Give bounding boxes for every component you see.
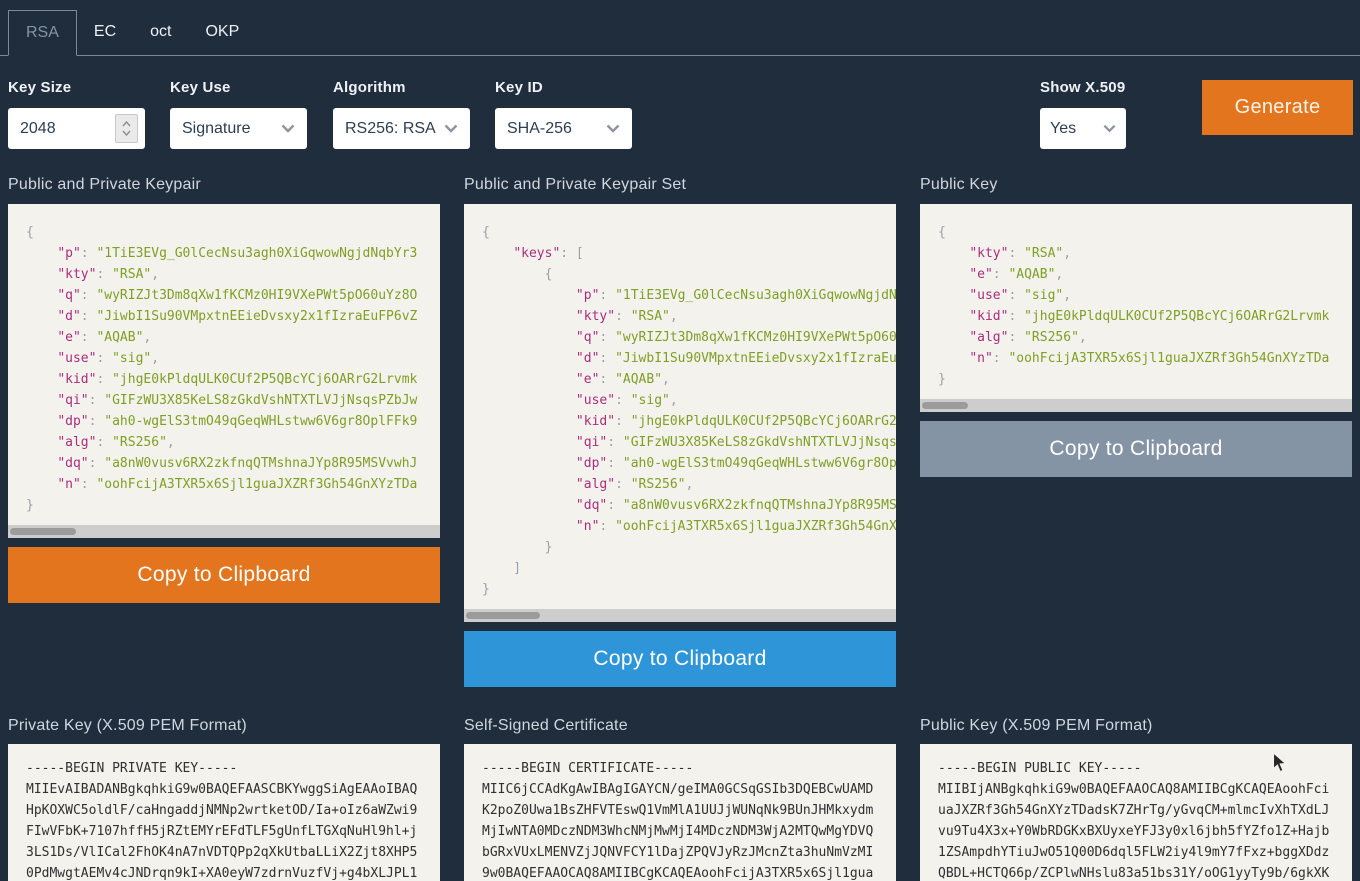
algorithm-label: Algorithm (333, 80, 470, 95)
keypair-title: Public and Private Keypair (8, 176, 201, 194)
key-size-label: Key Size (8, 80, 145, 95)
private-pem-title: Private Key (X.509 PEM Format) (8, 717, 247, 735)
copy-public-key-button[interactable]: Copy to Clipboard (920, 421, 1352, 477)
public-key-title: Public Key (920, 176, 998, 194)
key-id-select[interactable]: SHA-256 (495, 108, 632, 149)
cert-title: Self-Signed Certificate (464, 717, 628, 735)
keypair-set-json: { "keys": [ { "p": "1TiE3EVg_G0lCecNsu3a… (482, 222, 896, 600)
chevron-down-icon (1103, 124, 1116, 133)
public-key-codebox[interactable]: { "kty": "RSA", "e": "AQAB", "use": "sig… (920, 204, 1352, 412)
show-x509-value: Yes (1050, 120, 1076, 138)
tab-rsa[interactable]: RSA (8, 10, 77, 56)
chevron-down-icon (444, 124, 458, 133)
key-id-label: Key ID (495, 80, 632, 95)
show-x509-select[interactable]: Yes (1040, 108, 1126, 149)
public-pem-codebox[interactable]: -----BEGIN PUBLIC KEY-----MIIBIjANBgkqhk… (920, 744, 1352, 881)
cert-codebox[interactable]: -----BEGIN CERTIFICATE-----MIIC6jCCAdKgA… (464, 744, 896, 881)
scrollbar-thumb[interactable] (922, 402, 968, 409)
keypair-codebox[interactable]: { "p": "1TiE3EVg_G0lCecNsu3agh0XiGqwowNg… (8, 204, 440, 538)
copy-keypair-button[interactable]: Copy to Clipboard (8, 547, 440, 603)
scrollbar-thumb[interactable] (10, 528, 76, 535)
key-use-field: Key Use Signature (170, 80, 307, 149)
chevron-down-icon (606, 124, 620, 133)
chevron-down-icon (281, 124, 295, 133)
show-x509-label: Show X.509 (1040, 80, 1126, 95)
key-type-tabbar: RSA EC oct OKP (0, 10, 1360, 56)
public-key-hscrollbar[interactable] (920, 399, 1352, 412)
key-size-value: 2048 (20, 120, 56, 138)
key-use-label: Key Use (170, 80, 307, 95)
scrollbar-thumb[interactable] (466, 612, 540, 619)
algorithm-select[interactable]: RS256: RSA (333, 108, 470, 149)
key-size-spinner[interactable] (115, 114, 138, 143)
show-x509-field: Show X.509 Yes (1040, 80, 1126, 149)
algorithm-value: RS256: RSA (345, 120, 436, 138)
key-use-value: Signature (182, 120, 251, 138)
keypair-json: { "p": "1TiE3EVg_G0lCecNsu3agh0XiGqwowNg… (26, 222, 440, 516)
public-key-json: { "kty": "RSA", "e": "AQAB", "use": "sig… (938, 222, 1352, 390)
keypair-set-codebox[interactable]: { "keys": [ { "p": "1TiE3EVg_G0lCecNsu3a… (464, 204, 896, 622)
tab-okp[interactable]: OKP (188, 10, 256, 55)
public-pem-title: Public Key (X.509 PEM Format) (920, 717, 1153, 735)
private-pem-codebox[interactable]: -----BEGIN PRIVATE KEY-----MIIEvAIBADANB… (8, 744, 440, 881)
spinner-down-icon (122, 130, 131, 136)
tab-oct[interactable]: oct (133, 10, 188, 55)
keypair-set-hscrollbar[interactable] (464, 609, 896, 622)
private-pem-text: -----BEGIN PRIVATE KEY-----MIIEvAIBADANB… (26, 758, 440, 881)
tab-ec[interactable]: EC (77, 10, 133, 55)
keypair-hscrollbar[interactable] (8, 525, 440, 538)
key-size-input[interactable]: 2048 (8, 108, 145, 149)
key-use-select[interactable]: Signature (170, 108, 307, 149)
cert-text: -----BEGIN CERTIFICATE-----MIIC6jCCAdKgA… (482, 758, 896, 881)
copy-keypair-set-button[interactable]: Copy to Clipboard (464, 631, 896, 687)
algorithm-field: Algorithm RS256: RSA (333, 80, 470, 149)
keypair-set-title: Public and Private Keypair Set (464, 176, 686, 194)
key-id-value: SHA-256 (507, 120, 572, 138)
key-id-field: Key ID SHA-256 (495, 80, 632, 149)
spinner-up-icon (122, 121, 131, 127)
public-pem-text: -----BEGIN PUBLIC KEY-----MIIBIjANBgkqhk… (938, 758, 1352, 881)
key-size-field: Key Size 2048 (8, 80, 145, 149)
app-root: RSA EC oct OKP Key Size 2048 Key Use Sig… (0, 0, 1360, 881)
generate-button[interactable]: Generate (1202, 80, 1353, 135)
